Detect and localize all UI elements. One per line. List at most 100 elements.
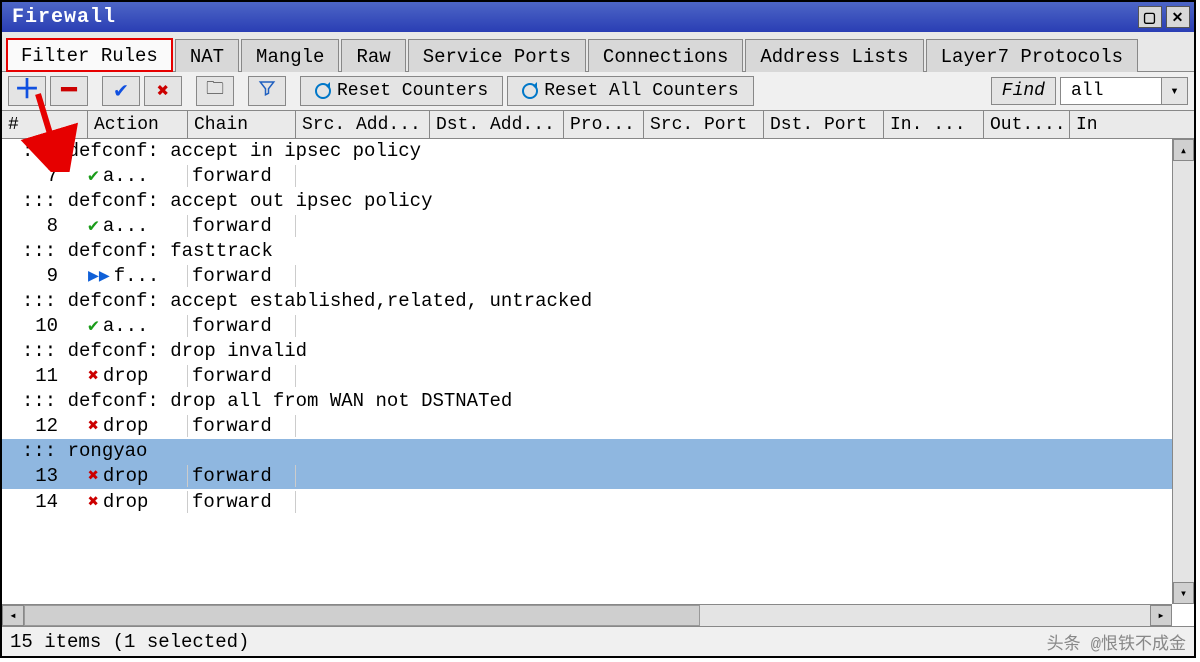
x-icon: ✖ bbox=[157, 78, 169, 104]
comment-row[interactable]: ::: defconf: fasttrack bbox=[2, 239, 1172, 263]
minimize-button[interactable]: ▢ bbox=[1138, 6, 1162, 28]
cell-action: ✔ a... bbox=[88, 315, 188, 337]
scroll-thumb[interactable] bbox=[24, 605, 700, 626]
reset-all-counters-button[interactable]: Reset All Counters bbox=[507, 76, 753, 106]
rule-row[interactable]: 11✖ dropforward bbox=[2, 363, 1172, 389]
rule-row[interactable]: 9▶▶ f...forward bbox=[2, 263, 1172, 289]
status-bar: 15 items (1 selected) 头条 @恨铁不成金 bbox=[2, 626, 1194, 656]
cell-chain: forward bbox=[188, 265, 296, 287]
disable-button[interactable]: ✖ bbox=[144, 76, 182, 106]
cell-number: 9 bbox=[2, 265, 88, 287]
minus-icon: ━ bbox=[61, 78, 77, 104]
col-src-address[interactable]: Src. Add... bbox=[296, 111, 430, 138]
vertical-scrollbar[interactable]: ▴ ▾ bbox=[1172, 139, 1194, 604]
chain-filter-combo[interactable]: all ▾ bbox=[1060, 77, 1188, 105]
tab-service-ports[interactable]: Service Ports bbox=[408, 39, 586, 72]
cell-chain: forward bbox=[188, 365, 296, 387]
cell-chain: forward bbox=[188, 491, 296, 513]
rule-row[interactable]: 14✖ dropforward bbox=[2, 489, 1172, 515]
tab-address-lists[interactable]: Address Lists bbox=[745, 39, 923, 72]
comment-row[interactable]: ::: defconf: drop invalid bbox=[2, 339, 1172, 363]
cell-action: ✔ a... bbox=[88, 215, 188, 237]
cell-chain: forward bbox=[188, 465, 296, 487]
note-icon: 🗀 bbox=[206, 76, 224, 106]
filter-button[interactable] bbox=[248, 76, 286, 106]
col-dst-address[interactable]: Dst. Add... bbox=[430, 111, 564, 138]
tab-bar: Filter Rules NAT Mangle Raw Service Port… bbox=[2, 32, 1194, 72]
scroll-right-button[interactable]: ▸ bbox=[1150, 605, 1172, 626]
cell-number: 13 bbox=[2, 465, 88, 487]
watermark-text: 头条 @恨铁不成金 bbox=[1047, 629, 1186, 655]
cell-chain: forward bbox=[188, 215, 296, 237]
tab-nat[interactable]: NAT bbox=[175, 39, 239, 72]
rule-row[interactable]: 10✔ a...forward bbox=[2, 313, 1172, 339]
tab-connections[interactable]: Connections bbox=[588, 39, 743, 72]
cell-chain: forward bbox=[188, 415, 296, 437]
reset-icon bbox=[522, 83, 538, 99]
cell-action: ✖ drop bbox=[88, 365, 188, 387]
col-dst-port[interactable]: Dst. Port bbox=[764, 111, 884, 138]
col-out-interface[interactable]: Out.... bbox=[984, 111, 1070, 138]
rule-row[interactable]: 12✖ dropforward bbox=[2, 413, 1172, 439]
reset-counters-button[interactable]: Reset Counters bbox=[300, 76, 503, 106]
scroll-left-button[interactable]: ◂ bbox=[2, 605, 24, 626]
comment-row[interactable]: ::: defconf: accept in ipsec policy bbox=[2, 139, 1172, 163]
find-button[interactable]: Find bbox=[991, 77, 1056, 105]
tab-raw[interactable]: Raw bbox=[341, 39, 405, 72]
fasttrack-icon: ▶▶ bbox=[88, 265, 110, 287]
grid-body: ::: defconf: accept in ipsec policy7✔ a.… bbox=[2, 139, 1194, 604]
tab-label: Raw bbox=[356, 46, 390, 68]
comment-row[interactable]: ::: defconf: accept out ipsec policy bbox=[2, 189, 1172, 213]
comment-row[interactable]: ::: defconf: accept established,related,… bbox=[2, 289, 1172, 313]
col-protocol[interactable]: Pro... bbox=[564, 111, 644, 138]
tab-filter-rules[interactable]: Filter Rules bbox=[6, 38, 173, 72]
tab-label: NAT bbox=[190, 46, 224, 68]
tab-label: Connections bbox=[603, 46, 728, 68]
cell-action: ✖ drop bbox=[88, 491, 188, 513]
cell-action: ✔ a... bbox=[88, 165, 188, 187]
cell-chain: forward bbox=[188, 165, 296, 187]
cell-number: 10 bbox=[2, 315, 88, 337]
col-action[interactable]: Action bbox=[88, 111, 188, 138]
combo-value: all bbox=[1061, 78, 1161, 104]
tab-label: Mangle bbox=[256, 46, 324, 68]
col-src-port[interactable]: Src. Port bbox=[644, 111, 764, 138]
col-extra[interactable]: In bbox=[1070, 111, 1110, 138]
funnel-icon bbox=[258, 79, 276, 104]
horizontal-scrollbar[interactable]: ◂ ▸ bbox=[2, 604, 1172, 626]
comment-row[interactable]: ::: rongyao bbox=[2, 439, 1172, 463]
close-button[interactable]: ✕ bbox=[1166, 6, 1190, 28]
comment-button[interactable]: 🗀 bbox=[196, 76, 234, 106]
tab-layer7-protocols[interactable]: Layer7 Protocols bbox=[926, 39, 1138, 72]
comment-row[interactable]: ::: defconf: drop all from WAN not DSTNA… bbox=[2, 389, 1172, 413]
title-bar: Firewall ▢ ✕ bbox=[2, 2, 1194, 32]
cell-number: 12 bbox=[2, 415, 88, 437]
col-chain[interactable]: Chain bbox=[188, 111, 296, 138]
tab-mangle[interactable]: Mangle bbox=[241, 39, 339, 72]
add-button[interactable]: ＋ bbox=[8, 76, 46, 106]
reset-icon bbox=[315, 83, 331, 99]
col-number[interactable]: # bbox=[2, 111, 88, 138]
remove-button[interactable]: ━ bbox=[50, 76, 88, 106]
drop-icon: ✖ bbox=[88, 491, 99, 513]
tab-label: Service Ports bbox=[423, 46, 571, 68]
enable-button[interactable]: ✔ bbox=[102, 76, 140, 106]
cell-action: ✖ drop bbox=[88, 465, 188, 487]
grid-header: # Action Chain Src. Add... Dst. Add... P… bbox=[2, 111, 1194, 139]
tab-label: Address Lists bbox=[760, 46, 908, 68]
chevron-down-icon: ▾ bbox=[1161, 78, 1187, 104]
col-in-interface[interactable]: In. ... bbox=[884, 111, 984, 138]
drop-icon: ✖ bbox=[88, 465, 99, 487]
cell-number: 8 bbox=[2, 215, 88, 237]
accept-icon: ✔ bbox=[88, 165, 99, 187]
window-title: Firewall bbox=[12, 6, 1134, 29]
button-label: Find bbox=[1002, 81, 1045, 101]
rule-row[interactable]: 13✖ dropforward bbox=[2, 463, 1172, 489]
tab-label: Filter Rules bbox=[21, 45, 158, 67]
scroll-down-button[interactable]: ▾ bbox=[1173, 582, 1194, 604]
scroll-up-button[interactable]: ▴ bbox=[1173, 139, 1194, 161]
rule-row[interactable]: 8✔ a...forward bbox=[2, 213, 1172, 239]
button-label: Reset Counters bbox=[337, 81, 488, 101]
accept-icon: ✔ bbox=[88, 215, 99, 237]
rule-row[interactable]: 7✔ a...forward bbox=[2, 163, 1172, 189]
